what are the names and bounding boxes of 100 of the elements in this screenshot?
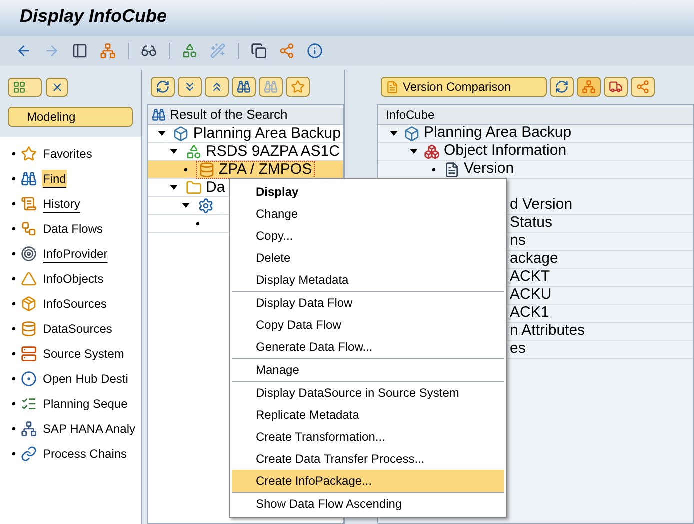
menu-item[interactable]: Display Metadata (232, 269, 504, 291)
server-icon (21, 346, 37, 362)
bullet-icon (184, 168, 188, 172)
close-button[interactable] (46, 78, 68, 97)
menu-item[interactable]: Display Data Flow (232, 292, 504, 314)
version-dropdown[interactable]: Version Comparison (381, 77, 547, 97)
expand-caret-icon[interactable] (170, 149, 178, 154)
node-label: Da (206, 180, 226, 196)
share-icon (279, 43, 295, 59)
nav-item[interactable]: InfoSources (42, 294, 108, 312)
bullet-icon (12, 352, 16, 356)
menu-item[interactable]: Display (232, 181, 504, 203)
bullet-icon (12, 326, 16, 330)
cube-icon (173, 126, 190, 142)
menu-item[interactable]: Delete (232, 247, 504, 269)
truck-button[interactable] (604, 77, 628, 97)
hub-icon (21, 370, 37, 386)
grid-icon (13, 81, 26, 94)
binoculars-icon (237, 80, 251, 94)
package-icon (21, 296, 37, 312)
share-icon (636, 80, 650, 94)
gear-icon (198, 198, 214, 214)
copy-icon (251, 43, 267, 59)
tree-node[interactable]: ZPA / ZMPOS (196, 160, 316, 178)
panel-header: Result of the Search (170, 106, 288, 124)
node-label: RSDS 9AZPA AS1C (206, 144, 340, 160)
nav-item[interactable]: Data Flows (42, 220, 104, 238)
folder-icon (186, 180, 202, 196)
refresh-button[interactable] (151, 77, 175, 97)
refresh-button[interactable] (550, 77, 574, 97)
menu-item[interactable]: Copy... (232, 225, 504, 247)
nav-item[interactable]: Process Chains (42, 444, 128, 462)
shapes-icon (182, 43, 198, 59)
nav-item[interactable]: InfoProvider (42, 244, 109, 262)
add-favorite-button[interactable] (286, 77, 310, 97)
glasses-icon (141, 43, 157, 59)
bullet-icon (12, 176, 16, 180)
tree-node[interactable]: RSDS 9AZPA AS1C (184, 144, 342, 160)
bullet-icon (12, 226, 16, 230)
menu-item[interactable]: Show Data Flow Ascending (232, 493, 504, 515)
truck-icon (609, 80, 623, 94)
menu-item[interactable]: Copy Data Flow (232, 314, 504, 336)
nav-item[interactable]: Planning Seque (42, 394, 129, 412)
panel-header: InfoCube (386, 106, 435, 124)
document-icon (386, 80, 399, 94)
hierarchy-button[interactable] (577, 77, 601, 97)
expand-caret-icon[interactable] (182, 203, 190, 208)
nav-item[interactable]: DataSources (42, 320, 114, 338)
scroll-icon (21, 196, 37, 212)
star-icon (21, 146, 37, 162)
menu-item[interactable]: Create InfoPackage... (232, 470, 504, 492)
menu-item[interactable]: Generate Data Flow... (232, 336, 504, 358)
bullet-icon (432, 168, 436, 172)
bullet-icon (196, 222, 200, 226)
panel-icon (72, 43, 88, 59)
nav-item[interactable]: InfoObjects (42, 270, 105, 288)
expand-all-button[interactable] (178, 77, 202, 97)
bullet-icon (12, 202, 16, 206)
binoculars-icon (21, 170, 37, 186)
database-icon (199, 162, 215, 178)
collapse-all-button[interactable] (205, 77, 229, 97)
bullet-icon (12, 452, 16, 456)
expand-caret-icon[interactable] (170, 185, 178, 190)
find-button[interactable] (232, 77, 256, 97)
cube-icon (404, 126, 420, 142)
star-icon (291, 80, 305, 94)
info-icon (307, 43, 323, 59)
nav-item[interactable]: SAP HANA Analy (42, 420, 136, 438)
find-next-button[interactable] (259, 77, 283, 97)
user-menu-button[interactable] (8, 78, 42, 97)
target-icon (21, 246, 37, 262)
nav-item[interactable]: History (42, 194, 82, 212)
menu-item[interactable]: Display DataSource in Source System (232, 382, 504, 404)
menu-item[interactable]: Manage (232, 359, 504, 381)
triangle-icon (21, 270, 37, 286)
expand-caret-icon[interactable] (390, 131, 398, 136)
expand-caret-icon[interactable] (158, 131, 166, 136)
nav-item[interactable]: Source System (42, 344, 126, 362)
expand-caret-icon[interactable] (410, 149, 418, 154)
menu-item[interactable]: Create Transformation... (232, 426, 504, 448)
boxes-icon (424, 144, 440, 160)
modeling-button[interactable]: Modeling (8, 107, 133, 127)
hierarchy-icon (582, 80, 596, 94)
nav-item[interactable]: Open Hub Desti (42, 370, 130, 388)
checklist-icon (21, 396, 37, 412)
nav-item[interactable]: Favorites (42, 144, 94, 162)
hierarchy-icon (100, 43, 116, 59)
network-icon (21, 420, 37, 436)
nav-item[interactable]: Find (42, 170, 68, 188)
menu-item[interactable]: Change (232, 203, 504, 225)
menu-item[interactable]: Create Data Transfer Process... (232, 448, 504, 470)
node-label: ZPA / ZMPOS (219, 162, 312, 178)
bullet-icon (12, 276, 16, 280)
tree-node[interactable]: Da (184, 180, 228, 196)
share-button[interactable] (631, 77, 655, 97)
bullet-icon (12, 376, 16, 380)
menu-item[interactable]: Replicate Metadata (232, 404, 504, 426)
wand-icon (210, 43, 226, 59)
close-icon (50, 81, 64, 94)
binoculars-icon (264, 80, 278, 94)
